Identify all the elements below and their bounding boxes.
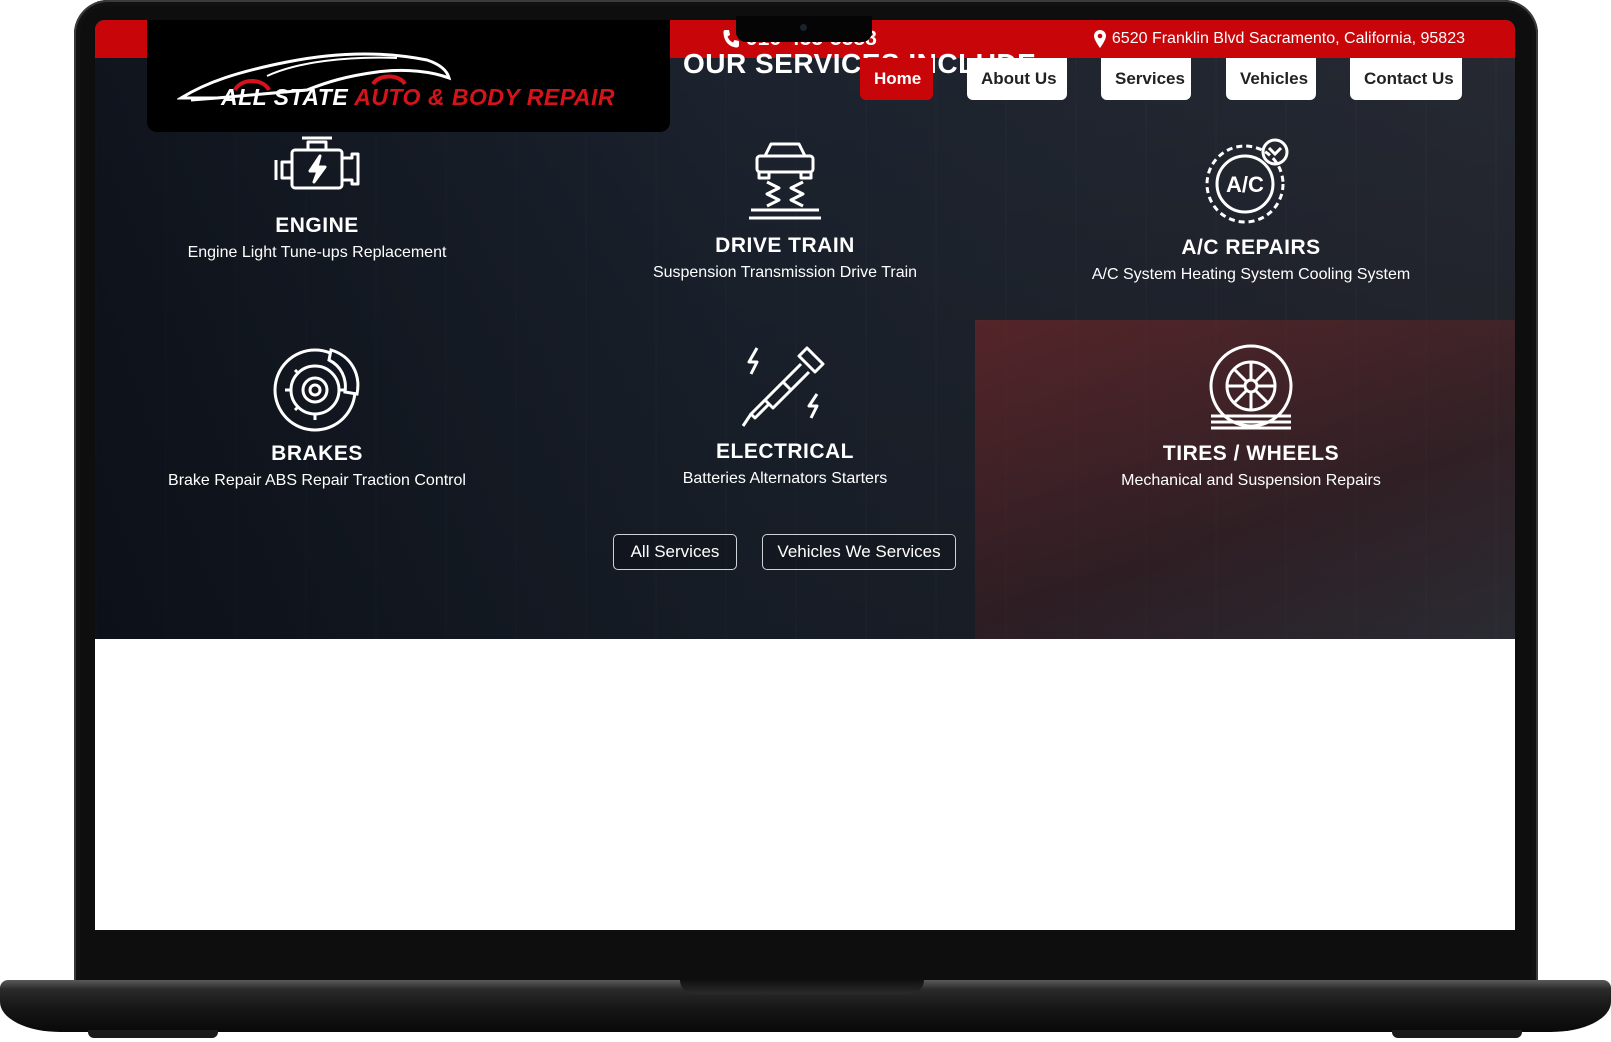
tire-icon — [1209, 344, 1293, 430]
spark-plug-icon — [741, 346, 825, 427]
service-title: DRIVE TRAIN — [715, 234, 855, 257]
ac-wrench-icon: A/C — [1205, 138, 1289, 224]
services-hero: 916-455-5588 6520 Franklin Blvd Sacramen… — [95, 20, 1515, 639]
vehicles-we-service-button[interactable]: Vehicles We Services — [762, 534, 956, 570]
webcam-notch — [736, 16, 872, 42]
service-ac-repairs[interactable]: A/C A/C REPAIRS A/C System Heating Syste… — [1081, 134, 1421, 284]
engine-icon — [274, 136, 360, 190]
nav-contact-us[interactable]: Contact Us — [1350, 58, 1462, 100]
ac-icon-label: A/C — [1226, 172, 1264, 197]
location-pin-icon — [1093, 30, 1106, 48]
logo-wordmark: ALL STATE AUTO & BODY REPAIR — [221, 84, 615, 111]
laptop-hinge-notch — [680, 980, 924, 994]
service-description: Brake Repair ABS Repair Traction Control — [168, 472, 466, 489]
all-services-button[interactable]: All Services — [613, 534, 737, 570]
logo-text-red: AUTO & BODY REPAIR — [354, 84, 615, 110]
nav-home[interactable]: Home — [860, 58, 933, 100]
address-link[interactable]: 6520 Franklin Blvd Sacramento, Californi… — [1093, 28, 1465, 50]
site-logo[interactable]: ALL STATE AUTO & BODY REPAIR — [147, 20, 670, 132]
service-engine[interactable]: ENGINE Engine Light Tune-ups Replacement — [147, 134, 487, 262]
laptop-foot-left — [88, 1030, 218, 1038]
browser-viewport: 916-455-5588 6520 Franklin Blvd Sacramen… — [95, 20, 1515, 930]
service-drive-train[interactable]: DRIVE TRAIN Suspension Transmission Driv… — [615, 138, 955, 282]
car-lift-icon — [749, 142, 821, 220]
service-title: BRAKES — [271, 442, 363, 465]
service-description: Batteries Alternators Starters — [682, 470, 888, 487]
service-tires-wheels[interactable]: TIRES / WHEELS Mechanical and Suspension… — [1081, 342, 1421, 490]
service-title: A/C REPAIRS — [1181, 236, 1321, 259]
service-title: ELECTRICAL — [716, 440, 854, 463]
laptop-foot-right — [1392, 1030, 1522, 1038]
nav-services[interactable]: Services — [1101, 58, 1191, 100]
service-electrical[interactable]: ELECTRICAL Batteries Alternators Starter… — [615, 342, 955, 488]
address-text: 6520 Franklin Blvd Sacramento, Californi… — [1111, 30, 1465, 47]
logo-text-white: ALL STATE — [221, 84, 355, 110]
service-description: A/C System Heating System Cooling System — [1091, 266, 1411, 283]
service-description: Engine Light Tune-ups Replacement — [187, 244, 447, 261]
brake-disc-icon — [273, 348, 360, 432]
service-description: Mechanical and Suspension Repairs — [1121, 472, 1381, 489]
service-title: TIRES / WHEELS — [1162, 442, 1340, 465]
nav-vehicles[interactable]: Vehicles — [1226, 58, 1316, 100]
service-brakes[interactable]: BRAKES Brake Repair ABS Repair Traction … — [147, 342, 487, 490]
nav-about-us[interactable]: About Us — [967, 58, 1067, 100]
service-title: ENGINE — [275, 214, 359, 237]
service-description: Suspension Transmission Drive Train — [652, 264, 918, 281]
